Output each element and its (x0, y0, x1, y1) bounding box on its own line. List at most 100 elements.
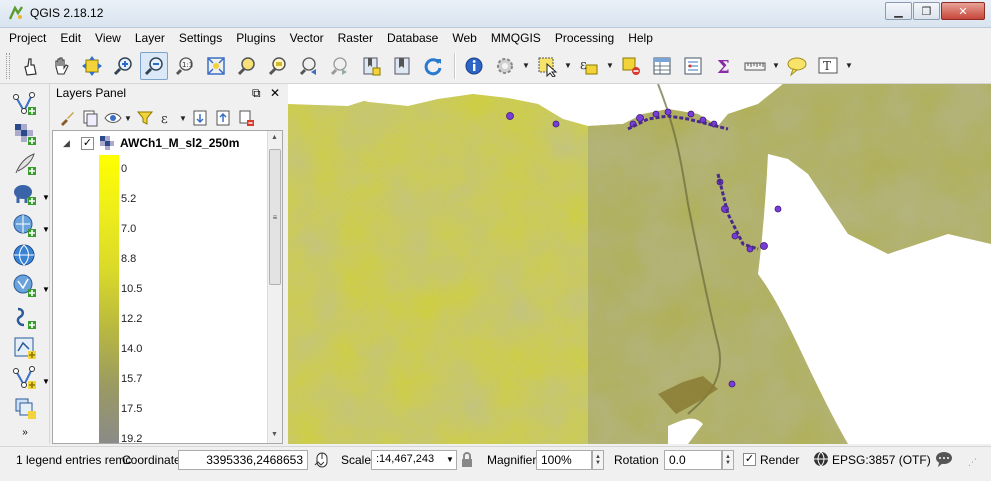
crs-globe-icon[interactable] (813, 451, 829, 470)
identify-button[interactable] (460, 52, 488, 80)
collapse-all-icon (216, 110, 230, 126)
more-tools-chevron[interactable]: » (10, 424, 40, 440)
add-virtual-layer-button[interactable] (10, 304, 40, 332)
zoom-in-button[interactable] (109, 52, 137, 80)
touch-tool-button[interactable] (16, 52, 44, 80)
pan-button[interactable] (47, 52, 75, 80)
close-panel-button[interactable]: ✕ (270, 86, 280, 100)
add-spatialite-layer-button[interactable] (10, 212, 40, 240)
attribute-table-button[interactable] (648, 52, 676, 80)
magnifier-stepper[interactable]: ▲ ▼ (592, 450, 604, 470)
run-action-dropdown[interactable]: ▼ (522, 52, 530, 80)
zoom-last-button[interactable] (295, 52, 323, 80)
messages-icon[interactable] (934, 451, 954, 470)
scale-dropdown-arrow[interactable]: ▼ (446, 455, 454, 464)
add-postgis-layer-button[interactable] (10, 180, 40, 208)
zoom-full-button[interactable] (202, 52, 230, 80)
deselect-button[interactable] (617, 52, 645, 80)
open-layer-styling-button[interactable] (56, 108, 78, 128)
float-panel-button[interactable]: ⧉ (252, 86, 261, 101)
manage-visibility-button[interactable] (102, 108, 124, 128)
lock-icon[interactable] (460, 451, 474, 472)
map-canvas[interactable] (288, 84, 991, 444)
new-spatialite-layer-button[interactable] (10, 364, 40, 392)
statistics-button[interactable]: Σ (710, 52, 738, 80)
zoom-out-button[interactable] (140, 51, 168, 80)
add-delimited-text-layer-button[interactable] (10, 150, 40, 178)
magnifier-spinbox[interactable]: 100% (536, 450, 592, 470)
rotation-stepper[interactable]: ▲ ▼ (722, 450, 734, 470)
postgis-dropdown[interactable]: ▼ (42, 193, 50, 202)
toolbar-grip[interactable] (6, 52, 10, 79)
text-annotation-dropdown[interactable]: ▼ (845, 52, 853, 80)
scroll-thumb[interactable]: ≡ (269, 149, 281, 285)
new-temporary-layer-button[interactable] (10, 394, 40, 422)
menu-help[interactable]: Help (628, 31, 653, 45)
menu-layer[interactable]: Layer (135, 31, 165, 45)
scroll-up-arrow[interactable]: ▲ (271, 134, 278, 141)
menu-plugins[interactable]: Plugins (236, 31, 275, 45)
show-bookmarks-button[interactable] (388, 52, 416, 80)
filter-by-expression-button[interactable]: ε (157, 108, 179, 128)
menu-processing[interactable]: Processing (555, 31, 614, 45)
new-bookmark-button[interactable] (357, 52, 385, 80)
filter-legend-button[interactable] (134, 108, 156, 128)
new-shapefile-layer-button[interactable] (10, 334, 40, 362)
menu-web[interactable]: Web (452, 31, 476, 45)
restore-button[interactable]: ❐ (913, 2, 940, 20)
close-window-button[interactable]: ✕ (941, 2, 985, 20)
refresh-button[interactable] (419, 52, 447, 80)
mouse-tilde-icon[interactable] (313, 451, 331, 472)
zoom-to-layer-button[interactable] (264, 52, 292, 80)
menu-view[interactable]: View (95, 31, 121, 45)
select-features-dropdown[interactable]: ▼ (564, 52, 572, 80)
add-raster-layer-button[interactable] (10, 120, 40, 148)
expand-all-button[interactable] (189, 108, 211, 128)
expression-dropdown[interactable]: ▼ (179, 108, 187, 128)
zoom-to-selection-button[interactable] (233, 52, 261, 80)
wfs-dropdown[interactable]: ▼ (42, 285, 50, 294)
new-layer-dropdown[interactable]: ▼ (42, 377, 50, 386)
field-calculator-button[interactable] (679, 52, 707, 80)
measure-dropdown[interactable]: ▼ (772, 52, 780, 80)
menu-edit[interactable]: Edit (60, 31, 81, 45)
render-checkbox[interactable]: ✓ (743, 453, 756, 466)
rotation-spinbox[interactable]: 0.0 (664, 450, 722, 470)
menu-mmqgis[interactable]: MMQGIS (491, 31, 541, 45)
layer-visibility-checkbox[interactable]: ✓ (81, 136, 94, 150)
zoom-next-button[interactable] (326, 52, 354, 80)
spatialite-dropdown[interactable]: ▼ (42, 225, 50, 234)
map-render[interactable] (288, 84, 991, 444)
layer-tree-row[interactable]: ◢ ✓ AWCh1_M_sl2_250m (53, 135, 268, 151)
add-group-button[interactable] (79, 108, 101, 128)
map-tips-button[interactable] (783, 52, 811, 80)
menu-raster[interactable]: Raster (338, 31, 373, 45)
menu-database[interactable]: Database (387, 31, 438, 45)
remove-layer-button[interactable] (235, 108, 257, 128)
select-by-expression-dropdown[interactable]: ▼ (606, 52, 614, 80)
text-annotation-button[interactable]: T (814, 52, 842, 80)
zoom-native-button[interactable]: 1:1 (171, 52, 199, 80)
resize-grip-icon[interactable]: ⋰ (968, 457, 977, 468)
measure-button[interactable] (741, 52, 769, 80)
menu-project[interactable]: Project (9, 31, 46, 45)
layer-name[interactable]: AWCh1_M_sl2_250m (120, 136, 239, 150)
menu-settings[interactable]: Settings (179, 31, 222, 45)
select-by-expression-button[interactable]: ε (575, 52, 603, 80)
layer-tree-scrollbar[interactable]: ▲ ≡ ▼ (267, 131, 282, 443)
add-wfs-layer-button[interactable] (10, 272, 40, 300)
minimize-button[interactable]: ▁ (885, 2, 912, 20)
crs-status[interactable]: EPSG:3857 (OTF) (832, 453, 931, 467)
collapse-arrow-icon[interactable]: ◢ (63, 138, 70, 149)
pan-to-selection-button[interactable] (78, 52, 106, 80)
coordinate-field[interactable]: 3395336,2468653 (178, 450, 308, 470)
collapse-all-button[interactable] (212, 108, 234, 128)
scale-combobox[interactable]: :14,467,243 (371, 450, 457, 470)
select-features-button[interactable] (533, 52, 561, 80)
menu-vector[interactable]: Vector (290, 31, 324, 45)
add-wms-layer-button[interactable] (10, 242, 40, 270)
run-action-button[interactable] (491, 52, 519, 80)
scroll-down-arrow[interactable]: ▼ (271, 431, 278, 438)
visibility-dropdown[interactable]: ▼ (124, 108, 132, 128)
add-vector-layer-button[interactable] (10, 90, 40, 118)
